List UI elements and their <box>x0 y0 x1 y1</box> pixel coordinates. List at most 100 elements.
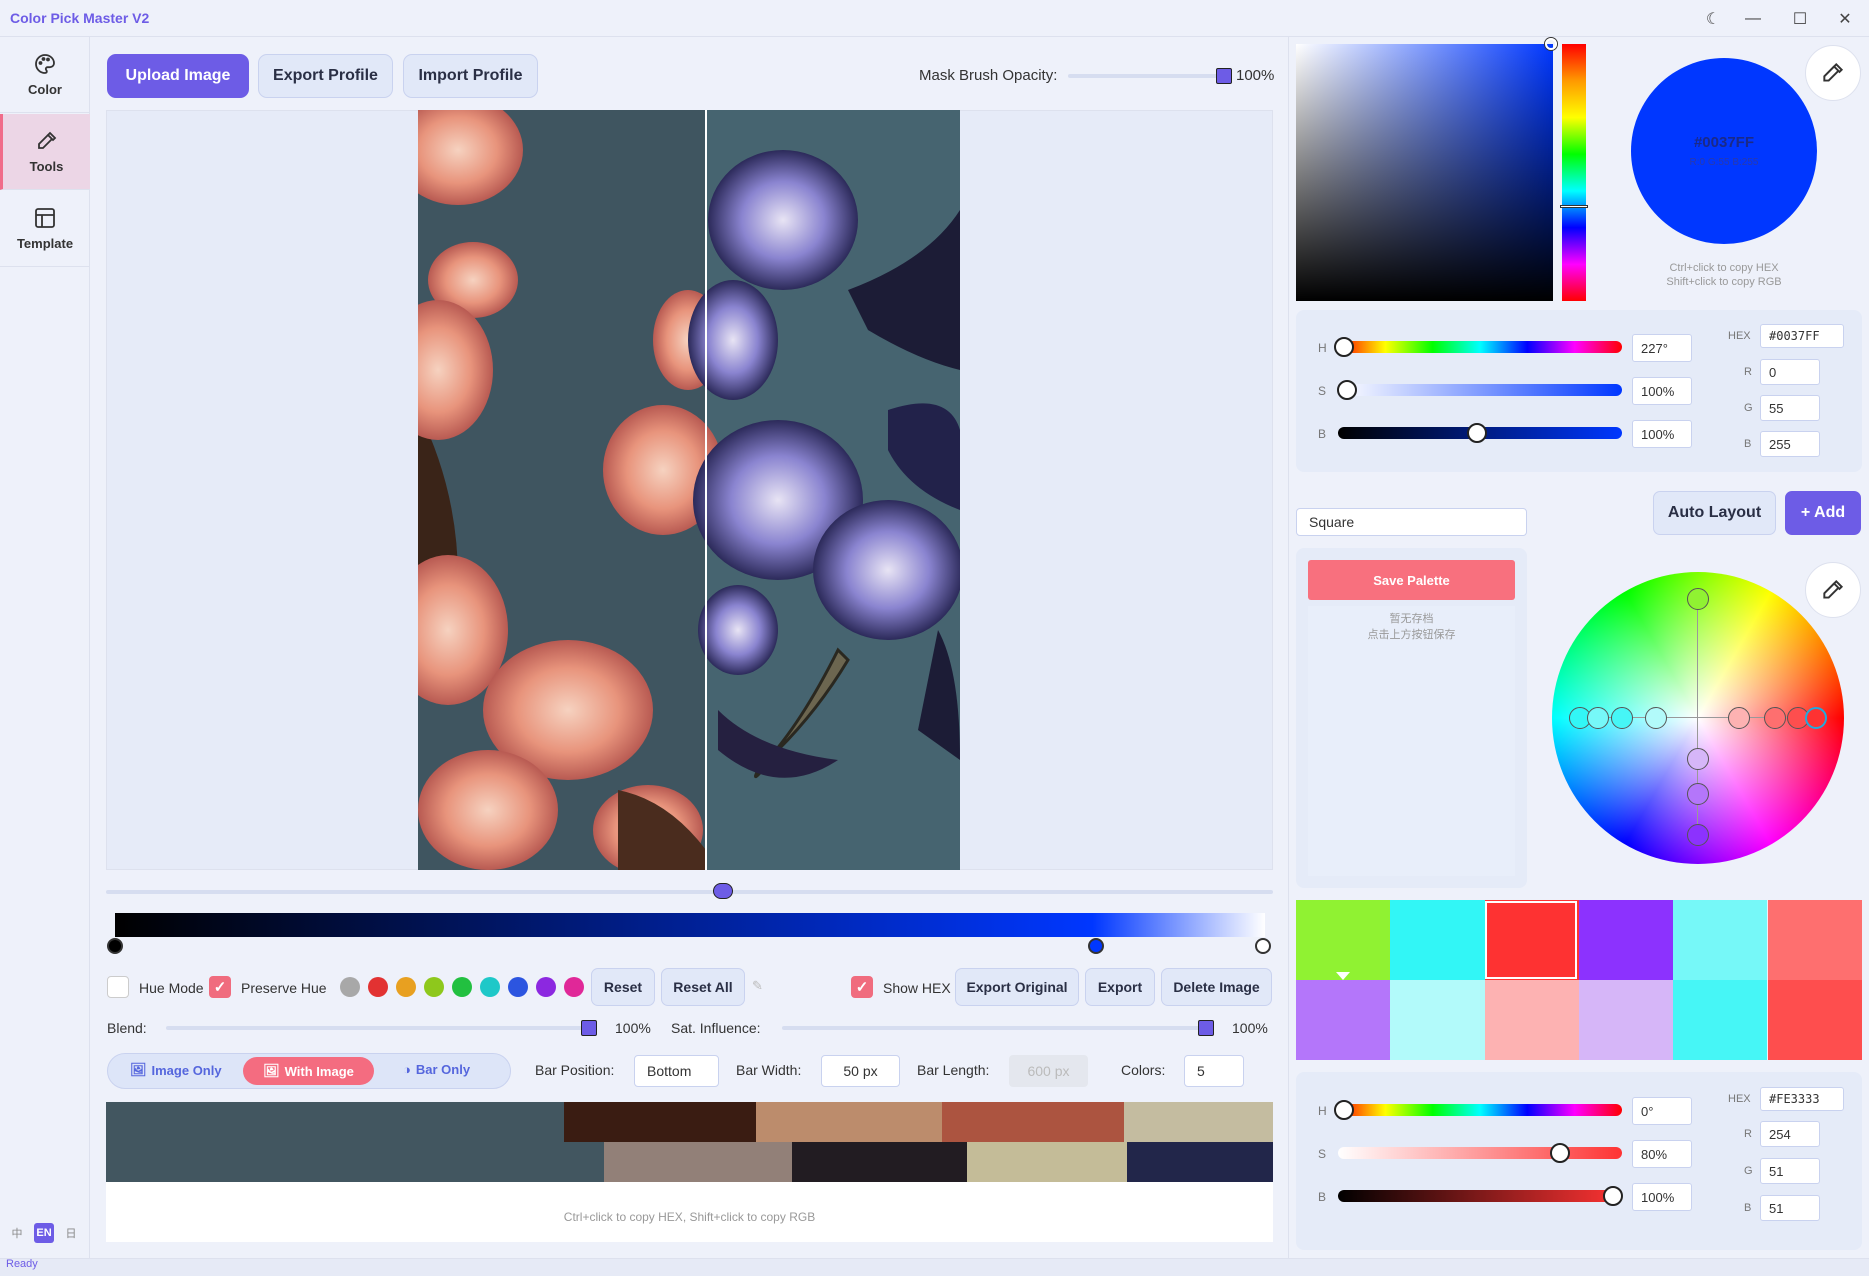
r-input-2[interactable]: 254 <box>1760 1121 1820 1147</box>
saturation-input[interactable]: 100% <box>1632 377 1692 405</box>
nav-tools[interactable]: Tools <box>0 114 90 190</box>
image-preview[interactable] <box>418 110 960 870</box>
palette-swatch[interactable] <box>106 1102 564 1142</box>
show-hex-checkbox[interactable]: ✓ <box>851 976 873 998</box>
bar-width-input[interactable]: 50 px <box>821 1055 900 1087</box>
grid-swatch[interactable] <box>1296 980 1391 1060</box>
hue-swatch[interactable] <box>480 977 500 997</box>
brightness-input-2[interactable]: 100% <box>1632 1183 1692 1211</box>
gradient-stop-blue[interactable] <box>1088 938 1104 954</box>
wheel-handle[interactable] <box>1687 748 1709 770</box>
wheel-handle[interactable] <box>1687 824 1709 846</box>
import-profile-button[interactable]: Import Profile <box>403 54 538 98</box>
hue-input[interactable]: 227° <box>1632 334 1692 362</box>
saturation-slider-2-thumb[interactable] <box>1549 1143 1570 1163</box>
hue-slider[interactable] <box>1338 341 1622 353</box>
hex-input-2[interactable]: #FE3333 <box>1760 1087 1844 1111</box>
hue-strip[interactable] <box>1562 44 1586 301</box>
hue-swatch[interactable] <box>368 977 388 997</box>
split-position-thumb[interactable] <box>713 883 733 899</box>
palette-swatch[interactable] <box>967 1142 1127 1182</box>
mask-opacity-thumb[interactable] <box>1216 68 1232 84</box>
palette-swatch[interactable] <box>106 1142 604 1182</box>
hue-swatch[interactable] <box>536 977 556 997</box>
grid-swatch[interactable] <box>1578 900 1674 980</box>
blend-slider[interactable] <box>166 1026 584 1030</box>
saturation-value-area[interactable] <box>1296 44 1553 301</box>
export-profile-button[interactable]: Export Profile <box>258 54 393 98</box>
sv-cursor[interactable] <box>1545 38 1557 50</box>
mask-opacity-slider[interactable] <box>1068 74 1228 78</box>
lang-zh[interactable]: 中 <box>7 1223 27 1243</box>
maximize-button[interactable]: ☐ <box>1785 6 1815 32</box>
wheel-handle[interactable] <box>1611 707 1633 729</box>
reset-all-button[interactable]: Reset All <box>661 968 745 1006</box>
dark-mode-icon[interactable]: ☾ <box>1698 6 1728 32</box>
wheel-handle[interactable] <box>1764 707 1786 729</box>
hex-input[interactable]: #0037FF <box>1760 324 1844 348</box>
gradient-bar[interactable] <box>115 913 1265 937</box>
hue-slider-thumb[interactable] <box>1333 337 1354 357</box>
wheel-handle[interactable] <box>1728 707 1750 729</box>
grid-swatch[interactable] <box>1296 900 1391 980</box>
nav-color[interactable]: Color <box>0 37 90 113</box>
grid-swatch[interactable] <box>1767 900 1862 980</box>
upload-image-button[interactable]: Upload Image <box>107 54 249 98</box>
delete-image-button[interactable]: Delete Image <box>1161 968 1272 1006</box>
saturation-slider-2[interactable] <box>1338 1147 1622 1159</box>
auto-layout-button[interactable]: Auto Layout <box>1653 491 1776 535</box>
palette-swatch[interactable] <box>1124 1102 1273 1142</box>
wheel-eyedropper-button[interactable] <box>1805 562 1861 618</box>
eyedropper-button[interactable] <box>1805 45 1861 101</box>
export-original-button[interactable]: Export Original <box>955 968 1079 1006</box>
with-image-tab[interactable]: 🖼 With Image <box>243 1057 374 1085</box>
grid-swatch[interactable] <box>1390 980 1485 1060</box>
hue-swatch[interactable] <box>508 977 528 997</box>
sat-influence-thumb[interactable] <box>1198 1020 1214 1036</box>
hue-swatch[interactable] <box>424 977 444 997</box>
gradient-stop-black[interactable] <box>107 938 123 954</box>
saturation-input-2[interactable]: 80% <box>1632 1140 1692 1168</box>
hue-input-2[interactable]: 0° <box>1632 1097 1692 1125</box>
palette-swatch[interactable] <box>756 1102 942 1142</box>
close-button[interactable]: ✕ <box>1830 6 1860 32</box>
lang-ja[interactable]: 日 <box>61 1223 81 1243</box>
bar-length-input[interactable]: 600 px <box>1009 1055 1088 1087</box>
palette-swatch[interactable] <box>792 1142 967 1182</box>
sat-influence-slider[interactable] <box>782 1026 1208 1030</box>
hue-strip-cursor[interactable] <box>1560 205 1588 208</box>
wheel-handle-selected[interactable] <box>1805 707 1827 729</box>
bar-position-select[interactable]: Bottom <box>634 1055 719 1087</box>
save-palette-button[interactable]: Save Palette <box>1308 560 1515 600</box>
brush-icon[interactable]: ✎ <box>752 978 763 994</box>
wheel-handle[interactable] <box>1687 783 1709 805</box>
hue-mode-checkbox[interactable] <box>107 976 129 998</box>
grid-swatch[interactable] <box>1578 980 1674 1060</box>
g-input-2[interactable]: 51 <box>1760 1158 1820 1184</box>
wheel-handle[interactable] <box>1645 707 1667 729</box>
grid-swatch[interactable] <box>1673 900 1768 980</box>
gradient-stop-white[interactable] <box>1255 938 1271 954</box>
grid-swatch[interactable] <box>1673 980 1768 1060</box>
hue-swatch[interactable] <box>340 977 360 997</box>
grid-swatch[interactable] <box>1390 900 1485 980</box>
hue-swatch[interactable] <box>452 977 472 997</box>
wheel-handle[interactable] <box>1687 588 1709 610</box>
reset-button[interactable]: Reset <box>591 968 655 1006</box>
hue-swatch[interactable] <box>396 977 416 997</box>
palette-swatch[interactable] <box>564 1102 756 1142</box>
shape-select[interactable]: Square <box>1296 508 1527 536</box>
nav-template[interactable]: Template <box>0 191 90 267</box>
colors-input[interactable]: 5 <box>1184 1055 1244 1087</box>
color-preview-circle[interactable]: #0037FF R:0 G:55 B:255 <box>1631 58 1817 244</box>
palette-swatch[interactable] <box>942 1102 1124 1142</box>
palette-swatch[interactable] <box>1127 1142 1273 1182</box>
palette-swatch[interactable] <box>604 1142 792 1182</box>
brightness-slider-2[interactable] <box>1338 1190 1622 1202</box>
split-position-slider[interactable] <box>106 890 1273 894</box>
r-input[interactable]: 0 <box>1760 359 1820 385</box>
grid-swatch[interactable] <box>1767 980 1862 1060</box>
hue-slider-2[interactable] <box>1338 1104 1622 1116</box>
saturation-slider[interactable] <box>1338 384 1622 396</box>
blend-thumb[interactable] <box>581 1020 597 1036</box>
